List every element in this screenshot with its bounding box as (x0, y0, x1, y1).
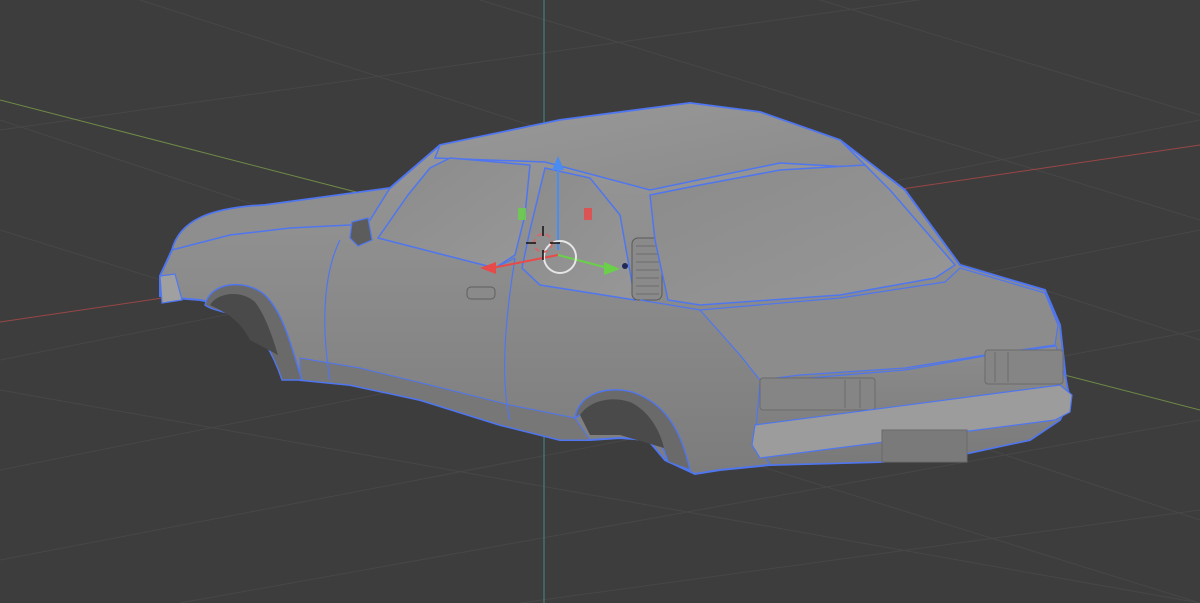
side-mirror (349, 217, 373, 247)
tail-light-right (984, 349, 1064, 385)
viewport-canvas[interactable] (0, 0, 1200, 603)
door-handle (466, 286, 496, 300)
gizmo-plane-x[interactable] (584, 208, 592, 220)
license-plate-area (881, 429, 968, 463)
3d-viewport[interactable] (0, 0, 1200, 603)
car-body-mesh[interactable] (159, 101, 1073, 476)
object-origin-dot (622, 263, 628, 269)
tail-light-left (759, 377, 876, 411)
gizmo-plane-y[interactable] (518, 208, 526, 220)
